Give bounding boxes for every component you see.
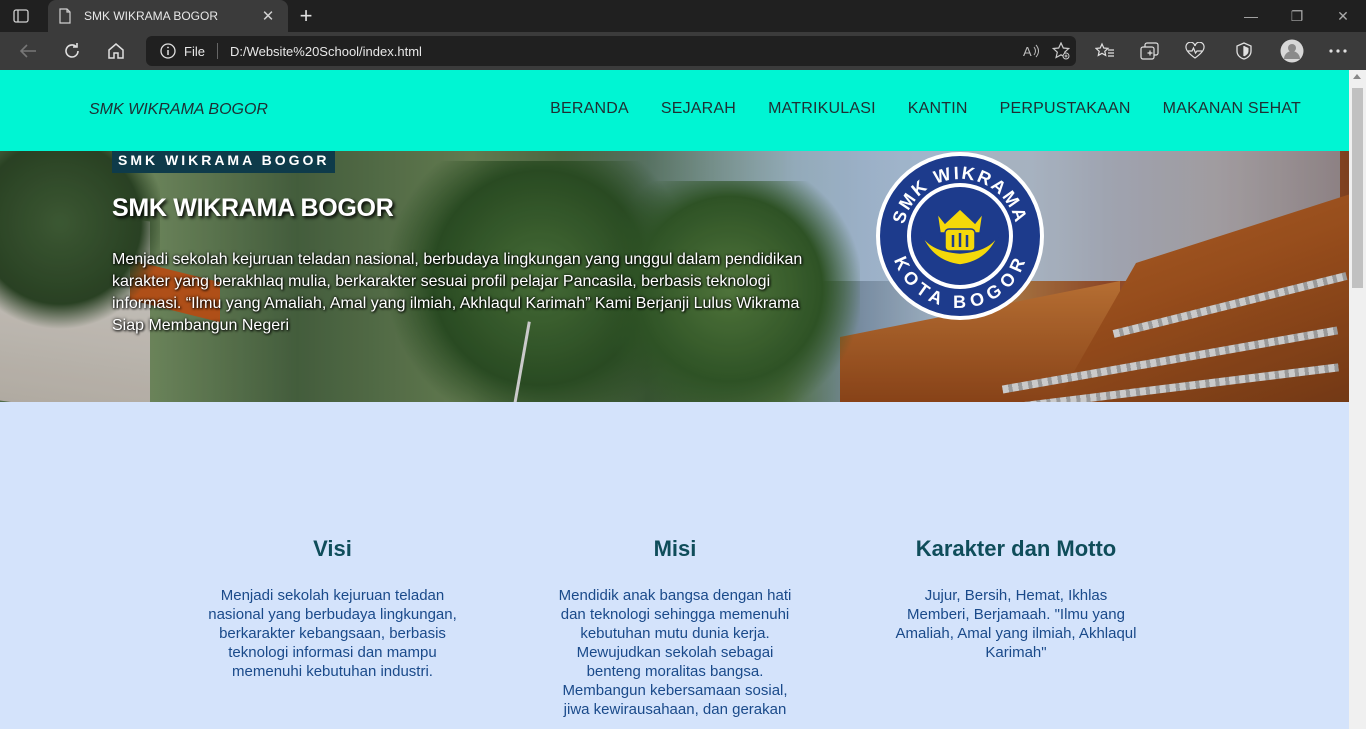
content-columns: Visi Menjadi sekolah kejuruan teladan na…: [0, 402, 1349, 729]
karakter-motto-title: Karakter dan Motto: [915, 536, 1117, 561]
school-logo: SMK WIKRAMA KOTA BOGOR: [876, 152, 1044, 320]
visi-title: Visi: [313, 536, 352, 561]
document-icon: [59, 8, 71, 24]
info-icon[interactable]: [160, 43, 176, 59]
karakter-motto-column: Karakter dan Motto Jujur, Bersih, Hemat,…: [895, 536, 1137, 662]
tab-title: SMK WIKRAMA BOGOR: [84, 9, 219, 23]
misi-title: Misi: [653, 536, 697, 561]
hero-tag: SMK WIKRAMA BOGOR: [112, 151, 336, 173]
more-icon[interactable]: [1323, 37, 1353, 65]
scroll-up-arrow-icon[interactable]: [1353, 74, 1361, 79]
nav-link-sejarah[interactable]: SEJARAH: [661, 100, 736, 118]
svg-text:A: A: [1023, 44, 1032, 59]
browser-tab[interactable]: SMK WIKRAMA BOGOR ✕: [48, 0, 288, 32]
home-icon[interactable]: [101, 37, 131, 65]
site-navbar: SMK WIKRAMA BOGOR BERANDA SEJARAH MATRIK…: [0, 70, 1349, 151]
nav-link-perpustakaan[interactable]: PERPUSTAKAAN: [1000, 100, 1131, 118]
browser-tab-bar: SMK WIKRAMA BOGOR ✕ + — ❐ ✕: [0, 0, 1366, 32]
nav-menu: BERANDA SEJARAH MATRIKULASI KANTIN PERPU…: [550, 100, 1301, 118]
address-prefix: File: [184, 43, 205, 59]
url-text[interactable]: D:/Website%20School/index.html: [230, 44, 1016, 59]
hero-banner: SMK WIKRAMA BOGOR SMK WIKRAMA BOGOR Menj…: [0, 151, 1349, 402]
browser-toolbar: File D:/Website%20School/index.html A: [0, 32, 1366, 70]
page-viewport: SMK WIKRAMA BOGOR BERANDA SEJARAH MATRIK…: [0, 70, 1349, 729]
misi-text: Mendidik anak bangsa dengan hati dan tek…: [558, 587, 792, 718]
read-aloud-icon[interactable]: A: [1016, 37, 1046, 65]
karakter-motto-text: Jujur, Bersih, Hemat, Ikhlas Memberi, Be…: [895, 587, 1137, 661]
security-icon[interactable]: [1229, 37, 1259, 65]
site-brand[interactable]: SMK WIKRAMA BOGOR: [89, 101, 268, 119]
favorites-icon[interactable]: [1090, 37, 1120, 65]
restore-icon[interactable]: ❐: [1274, 0, 1320, 32]
hero-text: Menjadi sekolah kejuruan teladan nasiona…: [112, 251, 803, 334]
close-icon[interactable]: ✕: [258, 6, 278, 26]
nav-link-beranda[interactable]: BERANDA: [550, 100, 629, 118]
collections-icon[interactable]: [1135, 37, 1165, 65]
add-favorite-icon[interactable]: [1046, 37, 1076, 65]
visi-column: Visi Menjadi sekolah kejuruan teladan na…: [205, 536, 460, 681]
new-tab-icon[interactable]: +: [294, 3, 318, 28]
address-separator: [216, 43, 218, 59]
back-icon[interactable]: [13, 37, 43, 65]
hero-title: SMK WIKRAMA BOGOR: [112, 194, 394, 222]
nav-link-makanan-sehat[interactable]: MAKANAN SEHAT: [1163, 100, 1301, 118]
refresh-icon[interactable]: [57, 37, 87, 65]
nav-link-kantin[interactable]: KANTIN: [908, 100, 968, 118]
scroll-thumb[interactable]: [1352, 88, 1363, 288]
visi-text: Menjadi sekolah kejuruan teladan nasiona…: [208, 587, 457, 680]
health-icon[interactable]: [1180, 37, 1210, 65]
tab-actions-icon[interactable]: [10, 6, 32, 26]
minimize-icon[interactable]: —: [1228, 0, 1274, 32]
page-scrollbar[interactable]: [1349, 70, 1366, 729]
misi-column: Misi Mendidik anak bangsa dengan hati da…: [558, 536, 792, 719]
window-close-icon[interactable]: ✕: [1320, 0, 1366, 32]
address-bar[interactable]: File D:/Website%20School/index.html A: [146, 36, 1076, 66]
profile-avatar[interactable]: [1277, 37, 1307, 65]
nav-link-matrikulasi[interactable]: MATRIKULASI: [768, 100, 876, 118]
